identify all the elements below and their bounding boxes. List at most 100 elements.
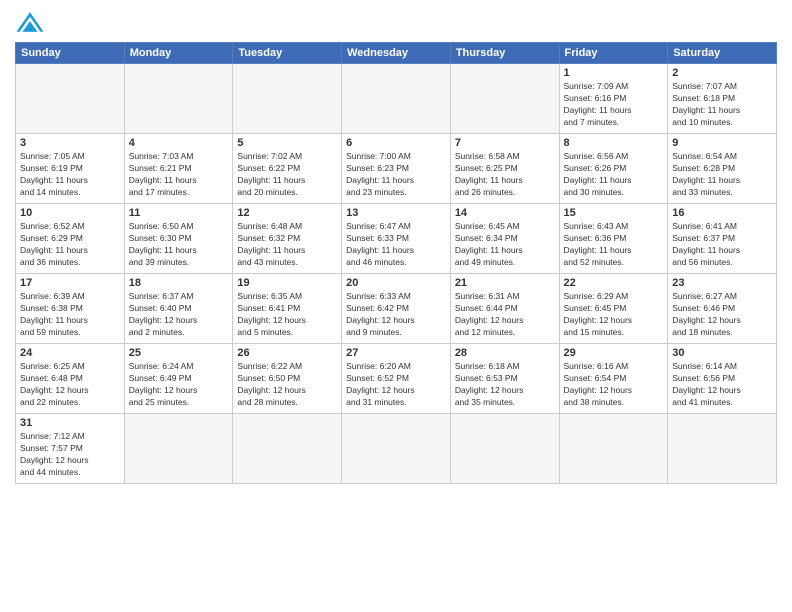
day-info: Sunrise: 7:03 AM Sunset: 6:21 PM Dayligh…: [129, 151, 229, 199]
calendar-cell: [668, 414, 777, 484]
calendar-week-1: 1 Sunrise: 7:09 AM Sunset: 6:16 PM Daylig…: [16, 64, 777, 134]
day-number: 2: [672, 67, 772, 79]
day-info: Sunrise: 6:56 AM Sunset: 6:26 PM Dayligh…: [564, 151, 664, 199]
day-info: Sunrise: 7:12 AM Sunset: 7:57 PM Dayligh…: [20, 431, 120, 479]
day-info: Sunrise: 6:14 AM Sunset: 6:56 PM Dayligh…: [672, 361, 772, 409]
day-info: Sunrise: 6:25 AM Sunset: 6:48 PM Dayligh…: [20, 361, 120, 409]
generalblue-icon: [15, 10, 45, 34]
day-info: Sunrise: 6:27 AM Sunset: 6:46 PM Dayligh…: [672, 291, 772, 339]
day-number: 22: [564, 277, 664, 289]
calendar-cell: [233, 64, 342, 134]
day-info: Sunrise: 7:00 AM Sunset: 6:23 PM Dayligh…: [346, 151, 446, 199]
calendar-cell: 13Sunrise: 6:47 AM Sunset: 6:33 PM Dayli…: [342, 204, 451, 274]
day-number: 16: [672, 207, 772, 219]
calendar-cell: 23 Sunrise: 6:27 AM Sunset: 6:46 PM Dayli…: [668, 274, 777, 344]
calendar-cell: 14Sunrise: 6:45 AM Sunset: 6:34 PM Dayli…: [450, 204, 559, 274]
calendar-week-5: 24 Sunrise: 6:25 AM Sunset: 6:48 PM Dayli…: [16, 344, 777, 414]
day-info: Sunrise: 7:05 AM Sunset: 6:19 PM Dayligh…: [20, 151, 120, 199]
day-number: 17: [20, 277, 120, 289]
day-number: 10: [20, 207, 120, 219]
day-info: Sunrise: 7:07 AM Sunset: 6:18 PM Dayligh…: [672, 81, 772, 129]
day-info: Sunrise: 6:47 AM Sunset: 6:33 PM Dayligh…: [346, 221, 446, 269]
day-number: 12: [237, 207, 337, 219]
calendar-cell: 22Sunrise: 6:29 AM Sunset: 6:45 PM Dayli…: [559, 274, 668, 344]
weekday-header-thursday: Thursday: [450, 43, 559, 64]
calendar-cell: 6Sunrise: 7:00 AM Sunset: 6:23 PM Daylig…: [342, 134, 451, 204]
calendar-cell: [450, 414, 559, 484]
day-number: 11: [129, 207, 229, 219]
day-info: Sunrise: 6:58 AM Sunset: 6:25 PM Dayligh…: [455, 151, 555, 199]
weekday-header-tuesday: Tuesday: [233, 43, 342, 64]
day-number: 7: [455, 137, 555, 149]
day-number: 4: [129, 137, 229, 149]
calendar-cell: 10Sunrise: 6:52 AM Sunset: 6:29 PM Dayli…: [16, 204, 125, 274]
weekday-row: SundayMondayTuesdayWednesdayThursdayFrid…: [16, 43, 777, 64]
weekday-header-sunday: Sunday: [16, 43, 125, 64]
calendar-cell: 15 Sunrise: 6:43 AM Sunset: 6:36 PM Dayli…: [559, 204, 668, 274]
calendar-cell: [124, 64, 233, 134]
calendar-cell: 30 Sunrise: 6:14 AM Sunset: 6:56 PM Dayli…: [668, 344, 777, 414]
day-number: 31: [20, 417, 120, 429]
day-info: Sunrise: 6:24 AM Sunset: 6:49 PM Dayligh…: [129, 361, 229, 409]
calendar-table: SundayMondayTuesdayWednesdayThursdayFrid…: [15, 42, 777, 484]
day-number: 27: [346, 347, 446, 359]
calendar-body: 1 Sunrise: 7:09 AM Sunset: 6:16 PM Daylig…: [16, 64, 777, 484]
calendar-cell: 25Sunrise: 6:24 AM Sunset: 6:49 PM Dayli…: [124, 344, 233, 414]
calendar-cell: 11 Sunrise: 6:50 AM Sunset: 6:30 PM Dayli…: [124, 204, 233, 274]
day-number: 14: [455, 207, 555, 219]
logo: [15, 10, 49, 34]
calendar-cell: [559, 414, 668, 484]
calendar-cell: 21Sunrise: 6:31 AM Sunset: 6:44 PM Dayli…: [450, 274, 559, 344]
day-number: 26: [237, 347, 337, 359]
day-number: 8: [564, 137, 664, 149]
calendar-cell: [450, 64, 559, 134]
calendar-cell: 8 Sunrise: 6:56 AM Sunset: 6:26 PM Daylig…: [559, 134, 668, 204]
page: SundayMondayTuesdayWednesdayThursdayFrid…: [0, 0, 792, 612]
day-info: Sunrise: 7:02 AM Sunset: 6:22 PM Dayligh…: [237, 151, 337, 199]
day-number: 29: [564, 347, 664, 359]
calendar-header: SundayMondayTuesdayWednesdayThursdayFrid…: [16, 43, 777, 64]
calendar-cell: [124, 414, 233, 484]
day-info: Sunrise: 6:54 AM Sunset: 6:28 PM Dayligh…: [672, 151, 772, 199]
weekday-header-wednesday: Wednesday: [342, 43, 451, 64]
day-info: Sunrise: 6:22 AM Sunset: 6:50 PM Dayligh…: [237, 361, 337, 409]
calendar-week-2: 3Sunrise: 7:05 AM Sunset: 6:19 PM Daylig…: [16, 134, 777, 204]
day-info: Sunrise: 6:35 AM Sunset: 6:41 PM Dayligh…: [237, 291, 337, 339]
day-number: 23: [672, 277, 772, 289]
day-info: Sunrise: 6:43 AM Sunset: 6:36 PM Dayligh…: [564, 221, 664, 269]
calendar-cell: 16Sunrise: 6:41 AM Sunset: 6:37 PM Dayli…: [668, 204, 777, 274]
day-number: 9: [672, 137, 772, 149]
day-info: Sunrise: 6:50 AM Sunset: 6:30 PM Dayligh…: [129, 221, 229, 269]
calendar-cell: 27 Sunrise: 6:20 AM Sunset: 6:52 PM Dayli…: [342, 344, 451, 414]
calendar-cell: 29 Sunrise: 6:16 AM Sunset: 6:54 PM Dayli…: [559, 344, 668, 414]
calendar-cell: 18Sunrise: 6:37 AM Sunset: 6:40 PM Dayli…: [124, 274, 233, 344]
calendar-cell: [16, 64, 125, 134]
day-info: Sunrise: 6:39 AM Sunset: 6:38 PM Dayligh…: [20, 291, 120, 339]
day-number: 28: [455, 347, 555, 359]
calendar-week-3: 10Sunrise: 6:52 AM Sunset: 6:29 PM Dayli…: [16, 204, 777, 274]
day-number: 15: [564, 207, 664, 219]
calendar-cell: [342, 414, 451, 484]
day-number: 1: [564, 67, 664, 79]
header: [15, 10, 777, 34]
day-number: 19: [237, 277, 337, 289]
calendar-cell: [233, 414, 342, 484]
calendar-cell: 1 Sunrise: 7:09 AM Sunset: 6:16 PM Daylig…: [559, 64, 668, 134]
calendar-cell: 31 Sunrise: 7:12 AM Sunset: 7:57 PM Dayli…: [16, 414, 125, 484]
day-info: Sunrise: 6:16 AM Sunset: 6:54 PM Dayligh…: [564, 361, 664, 409]
calendar-cell: 20Sunrise: 6:33 AM Sunset: 6:42 PM Dayli…: [342, 274, 451, 344]
calendar-cell: 2 Sunrise: 7:07 AM Sunset: 6:18 PM Daylig…: [668, 64, 777, 134]
day-number: 24: [20, 347, 120, 359]
calendar-cell: 5Sunrise: 7:02 AM Sunset: 6:22 PM Daylig…: [233, 134, 342, 204]
weekday-header-saturday: Saturday: [668, 43, 777, 64]
day-number: 18: [129, 277, 229, 289]
day-number: 20: [346, 277, 446, 289]
day-info: Sunrise: 6:31 AM Sunset: 6:44 PM Dayligh…: [455, 291, 555, 339]
day-info: Sunrise: 7:09 AM Sunset: 6:16 PM Dayligh…: [564, 81, 664, 129]
calendar-cell: 19 Sunrise: 6:35 AM Sunset: 6:41 PM Dayli…: [233, 274, 342, 344]
calendar-week-6: 31 Sunrise: 7:12 AM Sunset: 7:57 PM Dayli…: [16, 414, 777, 484]
day-number: 30: [672, 347, 772, 359]
calendar-cell: 24 Sunrise: 6:25 AM Sunset: 6:48 PM Dayli…: [16, 344, 125, 414]
day-info: Sunrise: 6:20 AM Sunset: 6:52 PM Dayligh…: [346, 361, 446, 409]
calendar-cell: 9 Sunrise: 6:54 AM Sunset: 6:28 PM Daylig…: [668, 134, 777, 204]
